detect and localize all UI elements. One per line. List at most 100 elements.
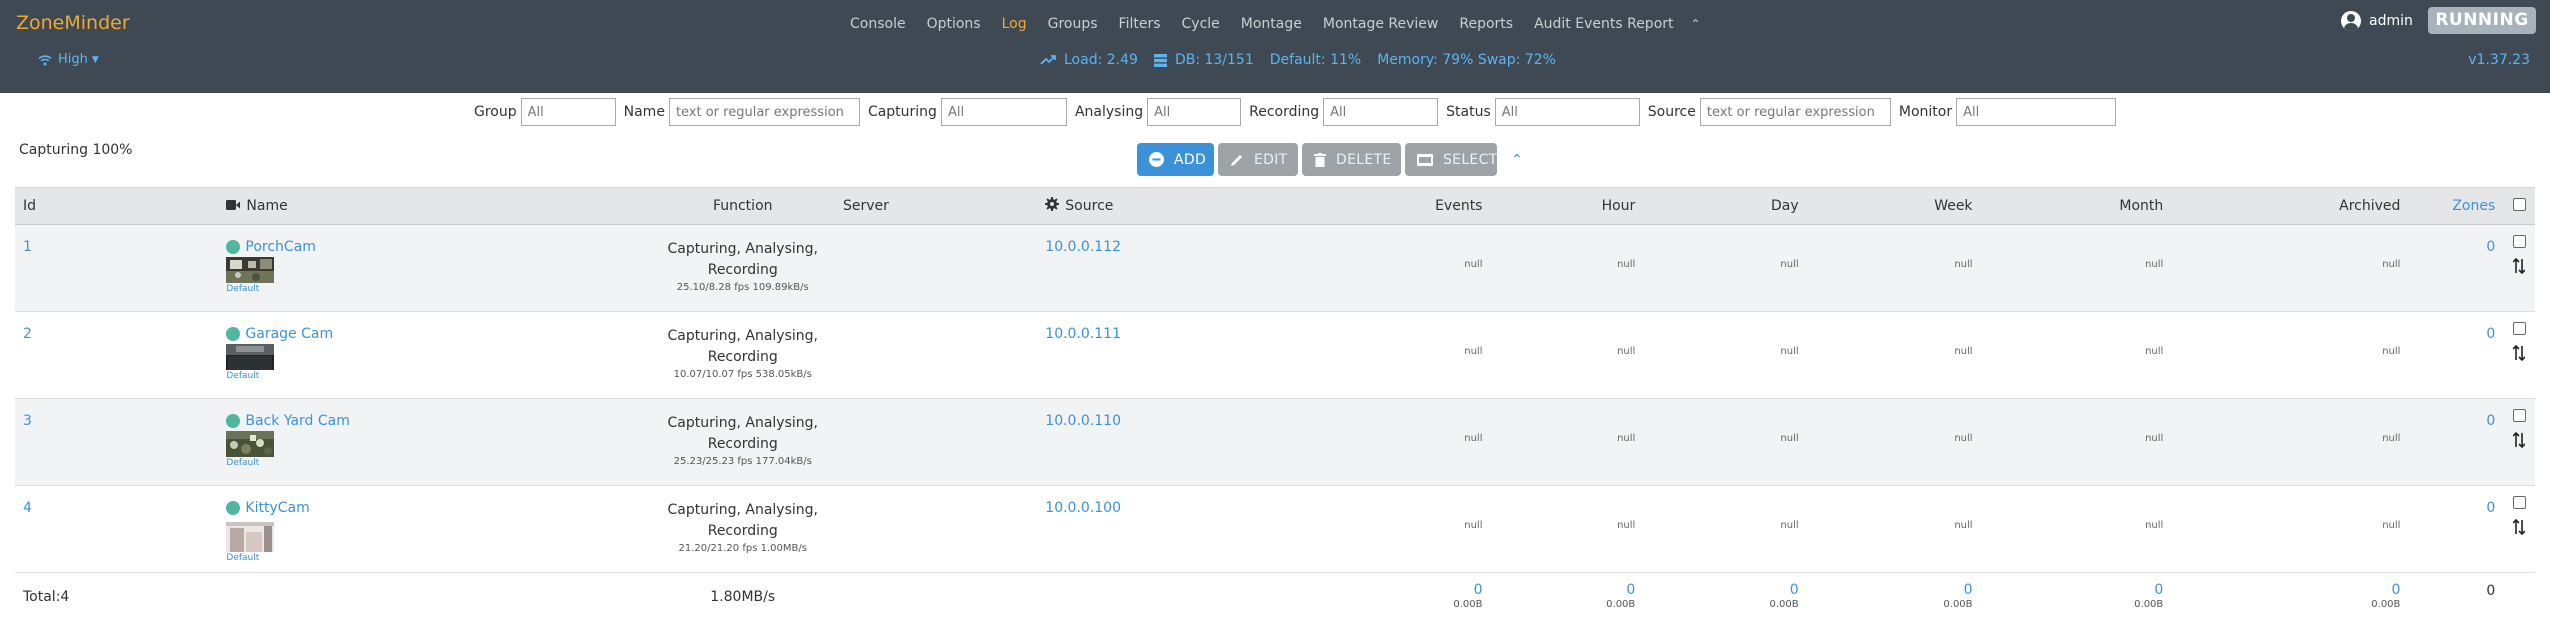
day-count[interactable]: null (1643, 311, 1807, 399)
total-week[interactable]: 0 (1815, 583, 1973, 597)
month-count[interactable]: null (1980, 311, 2172, 399)
collapse-nav-icon[interactable]: ⌃ (1691, 17, 1701, 31)
zones-link[interactable]: 0 (2486, 239, 2495, 255)
analysing-filter[interactable] (1147, 98, 1242, 126)
monitor-function[interactable]: Capturing, Analysing, Recording (659, 500, 827, 542)
month-count[interactable]: null (1980, 398, 2172, 486)
archived-count[interactable]: null (2171, 398, 2409, 486)
select-button[interactable]: SELECT (1405, 143, 1497, 176)
monitor-function[interactable]: Capturing, Analysing, Recording (659, 239, 827, 281)
row-checkbox[interactable] (2512, 235, 2526, 248)
col-server[interactable]: Server (834, 187, 1038, 225)
zones-link[interactable]: 0 (2486, 326, 2495, 342)
monitor-id-link[interactable]: 4 (23, 500, 32, 516)
monitor-source-link[interactable]: 10.0.0.100 (1045, 500, 1121, 516)
monitor-id-link[interactable]: 1 (23, 239, 32, 255)
hour-count[interactable]: null (1490, 485, 1644, 573)
month-count[interactable]: null (1980, 224, 2172, 312)
total-day[interactable]: 0 (1651, 583, 1799, 597)
collapse-filters-icon[interactable]: ⌃ (1511, 152, 1523, 168)
status-filter[interactable] (1494, 98, 1640, 126)
archived-count[interactable]: null (2171, 311, 2409, 399)
monitor-name-link[interactable]: PorchCam (245, 239, 316, 255)
col-events[interactable]: Events (1248, 187, 1491, 225)
nav-montage-review[interactable]: Montage Review (1323, 16, 1439, 32)
week-count[interactable]: null (1806, 485, 1981, 573)
col-week[interactable]: Week (1806, 187, 1981, 225)
nav-cycle[interactable]: Cycle (1182, 16, 1220, 32)
week-count[interactable]: null (1806, 398, 1981, 486)
monitor-name-link[interactable]: Garage Cam (245, 326, 333, 342)
monitor-source-link[interactable]: 10.0.0.111 (1045, 326, 1121, 342)
day-count[interactable]: null (1643, 224, 1807, 312)
monitor-group-default[interactable]: Default (226, 458, 642, 468)
row-checkbox[interactable] (2512, 322, 2526, 335)
monitor-group-default[interactable]: Default (226, 371, 642, 381)
week-count[interactable]: null (1806, 224, 1981, 312)
total-events[interactable]: 0 (1256, 583, 1483, 597)
nav-reports[interactable]: Reports (1459, 16, 1513, 32)
nav-audit-events-report[interactable]: Audit Events Report (1534, 16, 1673, 32)
row-checkbox[interactable] (2512, 496, 2526, 509)
add-button[interactable]: ADD (1137, 143, 1214, 176)
nav-montage[interactable]: Montage (1241, 16, 1302, 32)
col-zones[interactable]: Zones (2408, 187, 2504, 225)
day-count[interactable]: null (1643, 485, 1807, 573)
events-count[interactable]: null (1248, 398, 1491, 486)
reorder-arrows-icon[interactable] (2513, 345, 2526, 361)
monitor-name-link[interactable]: KittyCam (245, 500, 309, 516)
row-checkbox[interactable] (2512, 409, 2526, 422)
nav-options[interactable]: Options (927, 16, 981, 32)
monitor-filter[interactable] (1956, 98, 2117, 126)
col-month[interactable]: Month (1980, 187, 2172, 225)
group-filter[interactable] (520, 98, 616, 126)
week-count[interactable]: null (1806, 311, 1981, 399)
reorder-arrows-icon[interactable] (2513, 258, 2526, 274)
delete-button[interactable]: DELETE (1302, 143, 1401, 176)
reorder-arrows-icon[interactable] (2513, 432, 2526, 448)
user-menu[interactable]: admin (2341, 11, 2413, 31)
col-function[interactable]: Function (650, 187, 835, 225)
run-state-button[interactable]: RUNNING (2428, 7, 2536, 34)
version-label[interactable]: v1.37.23 (2468, 52, 2530, 68)
monitor-thumbnail[interactable] (226, 518, 275, 552)
events-count[interactable]: null (1248, 485, 1491, 573)
monitor-source-link[interactable]: 10.0.0.112 (1045, 239, 1121, 255)
monitor-group-default[interactable]: Default (226, 553, 642, 563)
col-hour[interactable]: Hour (1490, 187, 1644, 225)
total-archived[interactable]: 0 (2179, 583, 2401, 597)
events-count[interactable]: null (1248, 311, 1491, 399)
col-id[interactable]: Id (15, 187, 219, 225)
reorder-arrows-icon[interactable] (2513, 519, 2526, 535)
select-all-checkbox[interactable] (2512, 197, 2526, 211)
monitor-function[interactable]: Capturing, Analysing, Recording (659, 413, 827, 455)
brand-logo[interactable]: ZoneMinder (16, 12, 130, 34)
zones-link[interactable]: 0 (2486, 500, 2495, 516)
edit-button[interactable]: EDIT (1218, 143, 1298, 176)
name-filter-input[interactable] (668, 98, 860, 126)
total-month[interactable]: 0 (1989, 583, 2163, 597)
monitor-thumbnail[interactable] (226, 344, 275, 370)
monitor-name-link[interactable]: Back Yard Cam (245, 413, 349, 429)
hour-count[interactable]: null (1490, 311, 1644, 399)
hour-count[interactable]: null (1490, 224, 1644, 312)
monitor-thumbnail[interactable] (226, 257, 275, 283)
day-count[interactable]: null (1643, 398, 1807, 486)
monitor-thumbnail[interactable] (226, 431, 275, 457)
total-hour[interactable]: 0 (1498, 583, 1635, 597)
monitor-id-link[interactable]: 3 (23, 413, 32, 429)
zones-link[interactable]: 0 (2486, 413, 2495, 429)
col-source[interactable]: Source (1037, 187, 1249, 225)
bandwidth-dropdown[interactable]: High ▼ (38, 52, 99, 67)
recording-filter[interactable] (1323, 98, 1439, 126)
capturing-filter[interactable] (940, 98, 1067, 126)
archived-count[interactable]: null (2171, 485, 2409, 573)
source-filter-input[interactable] (1699, 98, 1891, 126)
monitor-function[interactable]: Capturing, Analysing, Recording (659, 326, 827, 368)
archived-count[interactable]: null (2171, 224, 2409, 312)
col-archived[interactable]: Archived (2171, 187, 2409, 225)
col-name[interactable]: Name (218, 187, 651, 225)
monitor-group-default[interactable]: Default (226, 284, 642, 294)
nav-filters[interactable]: Filters (1119, 16, 1161, 32)
hour-count[interactable]: null (1490, 398, 1644, 486)
